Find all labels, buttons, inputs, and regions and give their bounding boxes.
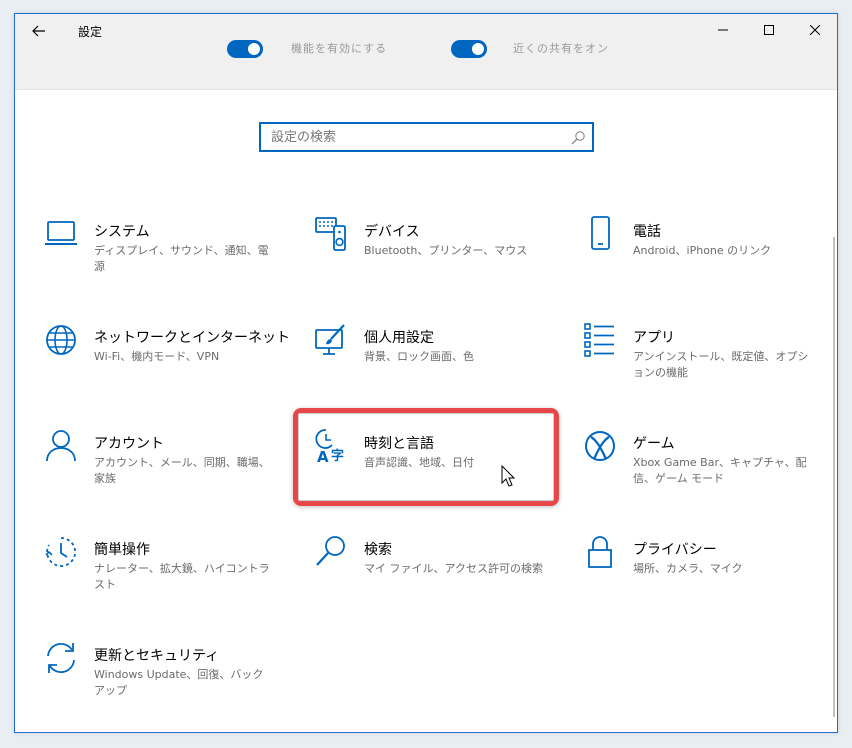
tile-ease-of-access[interactable]: 簡単操作 ナレーター、拡大鏡、ハイコントラスト bbox=[44, 534, 294, 624]
close-icon bbox=[810, 25, 820, 35]
title-bar: 設定 bbox=[15, 14, 837, 46]
toggle-label-2: 近くの共有をオン bbox=[513, 42, 609, 55]
time-language-icon: A 字 bbox=[315, 429, 344, 464]
person-icon bbox=[46, 430, 76, 462]
search-input[interactable] bbox=[261, 124, 592, 150]
maximize-button[interactable] bbox=[746, 14, 792, 46]
tile-title: プライバシー bbox=[633, 542, 717, 558]
tile-privacy[interactable]: プライバシー 場所、カメラ、マイク bbox=[583, 534, 833, 624]
xbox-icon bbox=[585, 431, 615, 461]
back-button[interactable] bbox=[27, 20, 51, 42]
toggle-switch-2[interactable] bbox=[451, 40, 487, 58]
lock-icon bbox=[588, 536, 612, 568]
tile-description: Android、iPhone のリンク bbox=[633, 244, 772, 257]
paintbrush-icon bbox=[315, 324, 345, 355]
top-toggle-band: 機能を有効にする 近くの共有をオン bbox=[15, 40, 837, 90]
tile-system[interactable]: システム ディスプレイ、サウンド、通知、電源 bbox=[44, 216, 294, 306]
back-arrow-icon bbox=[32, 25, 45, 37]
close-button[interactable] bbox=[792, 14, 837, 46]
tile-update-security[interactable]: 更新とセキュリティ Windows Update、回復、バックアップ bbox=[44, 640, 294, 730]
magnifier-icon bbox=[316, 536, 345, 566]
maximize-icon bbox=[764, 25, 774, 35]
settings-search-box[interactable] bbox=[259, 122, 594, 152]
tile-description: ナレーター、拡大鏡、ハイコントラスト bbox=[94, 562, 270, 591]
ease-of-access-icon bbox=[45, 537, 77, 567]
tile-apps[interactable]: アプリ アンインストール、既定値、オプションの機能 bbox=[583, 322, 833, 412]
tile-title: 電話 bbox=[633, 224, 661, 240]
tile-description: Bluetooth、プリンター、マウス bbox=[364, 244, 528, 257]
tile-title: 時刻と言語 bbox=[364, 436, 434, 452]
search-icon bbox=[571, 131, 585, 145]
tile-gaming[interactable]: ゲーム Xbox Game Bar、キャプチャ、配信、ゲーム モード bbox=[583, 428, 833, 518]
tile-title: システム bbox=[94, 224, 150, 240]
app-list-icon bbox=[584, 323, 614, 357]
tile-description: アンインストール、既定値、オプションの機能 bbox=[633, 350, 809, 379]
tile-title: 個人用設定 bbox=[364, 330, 434, 346]
tile-time-language[interactable]: A 字 時刻と言語 音声認識、地域、日付 bbox=[314, 428, 564, 518]
tile-title: アカウント bbox=[94, 436, 164, 452]
toggle-switch-1[interactable] bbox=[227, 40, 263, 58]
tile-accounts[interactable]: アカウント アカウント、メール、同期、職場、家族 bbox=[44, 428, 294, 518]
keyboard-speaker-icon bbox=[315, 217, 346, 251]
tile-description: 背景、ロック画面、色 bbox=[364, 350, 474, 363]
tile-search[interactable]: 検索 マイ ファイル、アクセス許可の検索 bbox=[314, 534, 564, 624]
laptop-icon bbox=[45, 221, 77, 245]
tile-title: 検索 bbox=[364, 542, 392, 558]
phone-icon bbox=[591, 216, 610, 250]
svg-text:字: 字 bbox=[331, 448, 344, 464]
tile-description: 音声認識、地域、日付 bbox=[364, 456, 474, 469]
minimize-icon bbox=[718, 29, 728, 31]
mouse-cursor-icon bbox=[501, 465, 515, 487]
tile-description: Windows Update、回復、バックアップ bbox=[94, 668, 264, 697]
tile-title: アプリ bbox=[633, 330, 675, 346]
tile-network[interactable]: ネットワークとインターネット Wi-Fi、機内モード、VPN bbox=[44, 322, 294, 412]
tile-description: 場所、カメラ、マイク bbox=[633, 562, 743, 575]
tile-title: ネットワークとインターネット bbox=[94, 330, 290, 346]
tile-devices[interactable]: デバイス Bluetooth、プリンター、マウス bbox=[314, 216, 564, 306]
window-title: 設定 bbox=[78, 25, 103, 39]
tile-title: 更新とセキュリティ bbox=[94, 648, 220, 664]
sync-arrows-icon bbox=[47, 643, 75, 673]
tile-phone[interactable]: 電話 Android、iPhone のリンク bbox=[583, 216, 833, 306]
svg-text:A: A bbox=[317, 448, 329, 464]
vertical-scrollbar[interactable] bbox=[833, 237, 835, 717]
minimize-button[interactable] bbox=[700, 14, 746, 46]
tile-description: アカウント、メール、同期、職場、家族 bbox=[94, 456, 270, 485]
toggle-label-1: 機能を有効にする bbox=[291, 42, 388, 55]
tile-title: デバイス bbox=[364, 224, 420, 240]
tile-description: マイ ファイル、アクセス許可の検索 bbox=[364, 562, 543, 575]
tile-description: ディスプレイ、サウンド、通知、電源 bbox=[94, 244, 269, 273]
settings-window: 設定 機能を有効にする 近くの共有をオン システム ディスプレイ、サウンド、通知… bbox=[14, 13, 838, 733]
tile-title: 簡単操作 bbox=[94, 542, 150, 558]
tile-title: ゲーム bbox=[633, 436, 675, 452]
tile-personalization[interactable]: 個人用設定 背景、ロック画面、色 bbox=[314, 322, 564, 412]
globe-icon bbox=[46, 325, 76, 355]
tile-description: Xbox Game Bar、キャプチャ、配信、ゲーム モード bbox=[633, 456, 807, 485]
tile-description: Wi-Fi、機内モード、VPN bbox=[94, 350, 220, 363]
